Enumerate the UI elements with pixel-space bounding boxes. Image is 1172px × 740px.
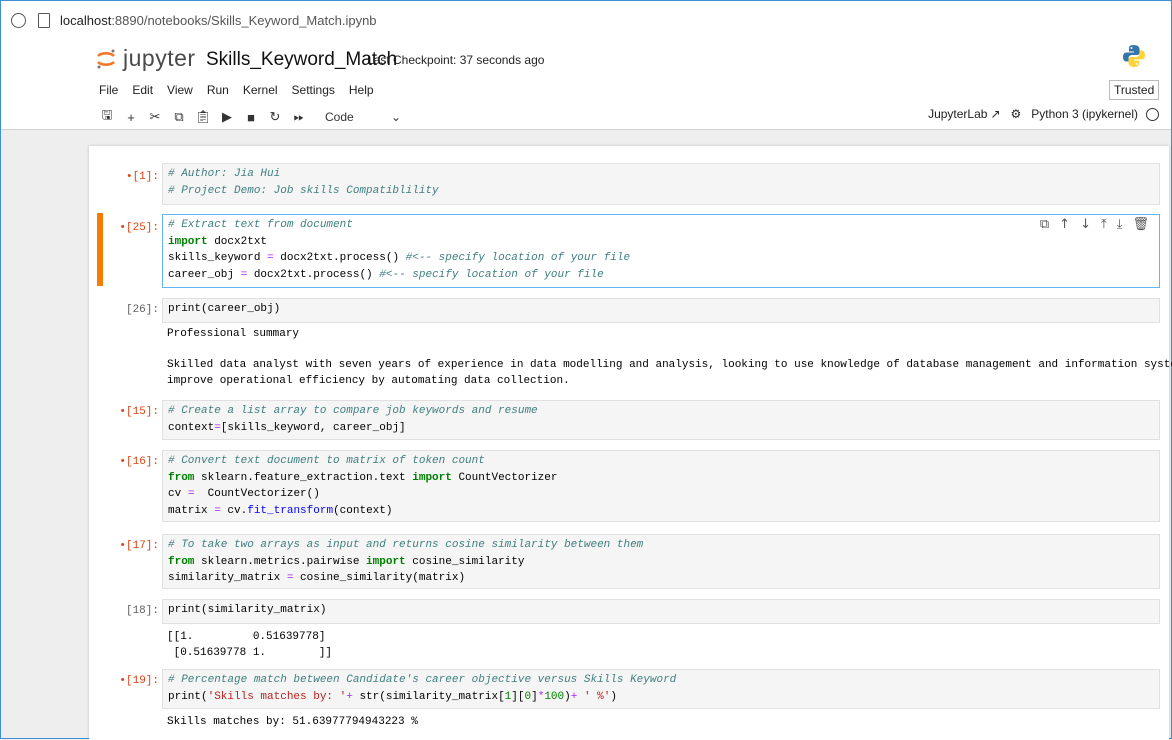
notebook-toolbar: 🖫 + ✂ ⧉ 📋︎ ▶ ■ ↻ ⏩︎ Code ⌄ xyxy=(95,107,401,127)
cell-input[interactable]: # Extract text from document import docx… xyxy=(162,214,1160,288)
menu-settings[interactable]: Settings xyxy=(285,83,342,97)
jupyter-logo[interactable]: jupyter xyxy=(95,45,196,72)
shield-icon xyxy=(11,12,26,28)
menu-kernel[interactable]: Kernel xyxy=(236,83,285,97)
menu-view[interactable]: View xyxy=(160,83,200,97)
browser-url-bar[interactable]: localhost:8890/notebooks/Skills_Keyword_… xyxy=(1,1,1171,40)
cell-prompt: •[16]: xyxy=(119,456,159,468)
copy-icon[interactable]: ⧉ xyxy=(167,109,191,125)
cell-input[interactable]: # Author: Jia Hui # Project Demo: Job sk… xyxy=(162,163,1160,205)
cell-input[interactable]: # Percentage match between Candidate's c… xyxy=(162,669,1160,709)
menu-run[interactable]: Run xyxy=(200,83,236,97)
toolbar-right: JupyterLab ↗ ⚙ Python 3 (ipykernel) xyxy=(920,107,1159,121)
cell-toolbar: ⧉ ↑ ↓ ⤒ ⤓ 🗑︎ xyxy=(1040,217,1149,232)
jupyterlab-link[interactable]: JupyterLab xyxy=(928,107,987,121)
restart-icon[interactable]: ↻ xyxy=(263,109,287,125)
jupyter-logo-icon xyxy=(97,49,115,68)
cell-prompt: •[17]: xyxy=(119,540,159,552)
trusted-badge[interactable]: Trusted xyxy=(1109,80,1160,100)
move-down-icon[interactable]: ↓ xyxy=(1080,217,1091,232)
cell-input[interactable]: print(similarity_matrix) xyxy=(162,599,1160,624)
url-text[interactable]: localhost:8890/notebooks/Skills_Keyword_… xyxy=(60,13,377,28)
cell-prompt: [18]: xyxy=(125,605,159,617)
cell-output: [[1. 0.51639778] [0.51639778 1. ]] xyxy=(167,631,333,659)
run-icon[interactable]: ▶ xyxy=(215,109,239,125)
paste-icon[interactable]: 📋︎ xyxy=(191,109,215,125)
cell-input[interactable]: # To take two arrays as input and return… xyxy=(162,534,1160,589)
kernel-name[interactable]: Python 3 (ipykernel) xyxy=(1031,107,1138,121)
duplicate-icon[interactable]: ⧉ xyxy=(1040,217,1049,232)
save-icon[interactable]: 🖫 xyxy=(95,106,119,128)
menu-bar: File Edit View Run Kernel Settings Help xyxy=(99,83,381,97)
cell-input[interactable]: # Convert text document to matrix of tok… xyxy=(162,450,1160,522)
menu-edit[interactable]: Edit xyxy=(125,83,160,97)
cut-icon[interactable]: ✂ xyxy=(143,109,167,125)
checkpoint-status: Last Checkpoint: 37 seconds ago xyxy=(367,53,545,67)
debug-icon[interactable]: ⚙ xyxy=(1011,107,1022,121)
cell-output: Professional summary Skilled data analys… xyxy=(167,328,1172,387)
menu-help[interactable]: Help xyxy=(342,83,381,97)
cell-type-select[interactable]: Code ⌄ xyxy=(325,110,401,124)
external-link-icon: ↗ xyxy=(990,107,1001,121)
cell-prompt: •[1]: xyxy=(125,171,159,183)
menu-file[interactable]: File xyxy=(99,83,125,97)
kernel-status-icon xyxy=(1146,107,1159,121)
cell-prompt: •[19]: xyxy=(119,675,159,687)
fast-forward-icon[interactable]: ⏩︎ xyxy=(287,109,311,125)
cell-prompt: •[25]: xyxy=(119,222,159,234)
insert-below-icon[interactable]: ⤓ xyxy=(1117,217,1123,232)
insert-above-icon[interactable]: ⤒ xyxy=(1101,217,1107,232)
page-icon xyxy=(38,12,50,28)
stop-icon[interactable]: ■ xyxy=(239,110,263,125)
notebook-header: jupyter Skills_Keyword_Match Last Checkp… xyxy=(1,39,1171,130)
cell-input[interactable]: print(career_obj) xyxy=(162,298,1160,323)
delete-icon[interactable]: 🗑︎ xyxy=(1132,217,1149,232)
python-logo-icon xyxy=(1123,45,1145,67)
cell-prompt: [26]: xyxy=(125,304,159,316)
move-up-icon[interactable]: ↑ xyxy=(1059,217,1070,232)
notebook-area: •[1]: # Author: Jia Hui # Project Demo: … xyxy=(89,146,1172,740)
cell-prompt: •[15]: xyxy=(119,406,159,418)
cell-input[interactable]: # Create a list array to compare job key… xyxy=(162,400,1160,440)
chevron-down-icon: ⌄ xyxy=(390,110,401,124)
cell-output: Skills matches by: 51.63977794943223 % xyxy=(167,716,418,728)
add-cell-icon[interactable]: + xyxy=(119,110,143,125)
